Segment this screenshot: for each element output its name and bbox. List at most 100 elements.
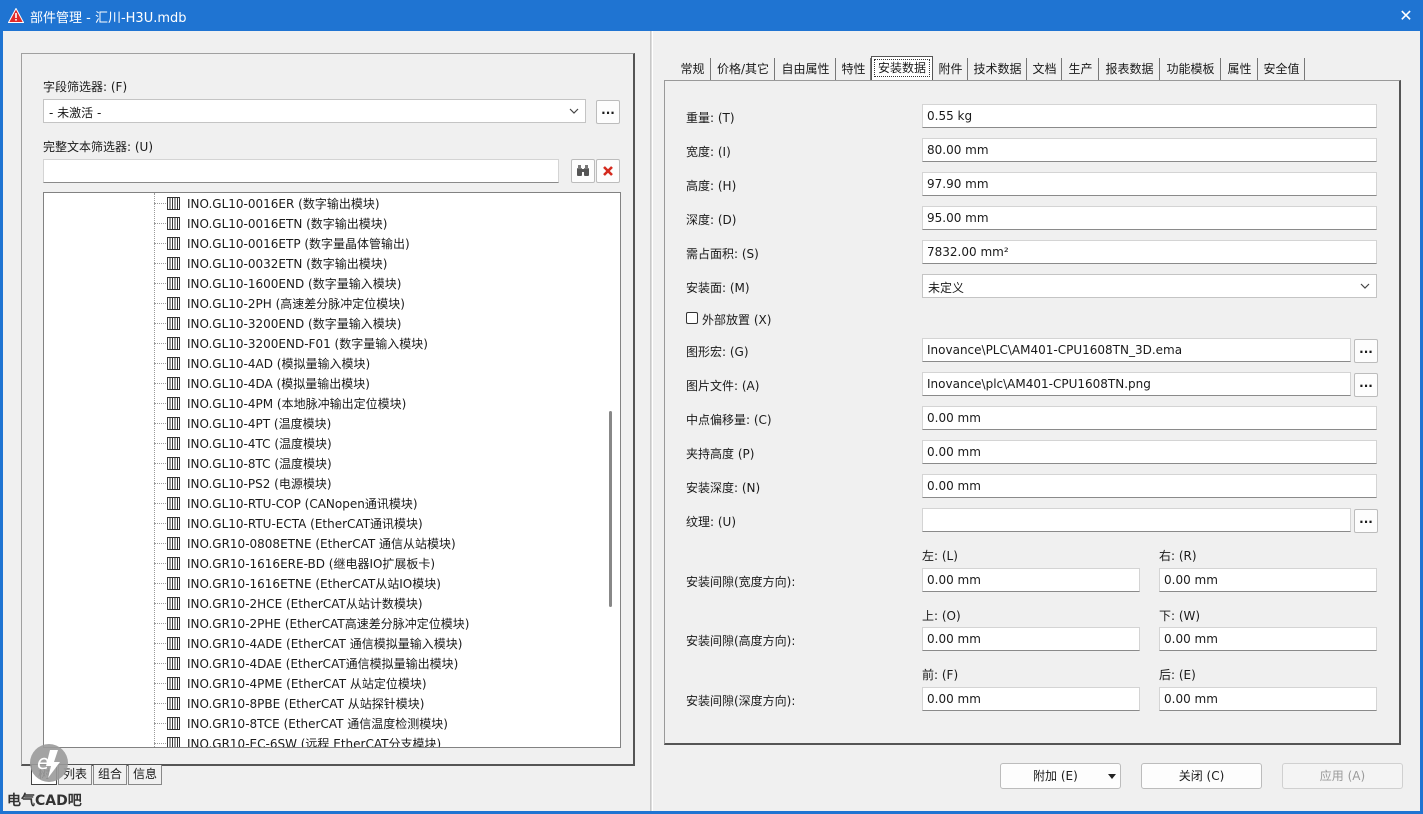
gap-left-label: 左: (L) [922, 549, 958, 563]
tree-connector [154, 743, 166, 744]
part-module-icon [167, 597, 180, 610]
tree-item-label: INO.GL10-8TC (温度模块) [187, 457, 332, 471]
tree-connector [154, 663, 166, 664]
binoculars-icon [577, 165, 589, 176]
part-module-icon [167, 337, 180, 350]
tree-connector [154, 523, 166, 524]
tab-documents[interactable]: 文档 [1028, 58, 1062, 80]
attach-button[interactable]: 附加 (E) [1000, 763, 1121, 789]
panel-splitter[interactable] [650, 31, 653, 811]
gap-height-label: 安装间隙(高度方向): [686, 634, 796, 648]
tab-combination[interactable]: 组合 [93, 765, 127, 785]
width-label: 宽度: (I) [686, 145, 731, 159]
tab-info[interactable]: 信息 [128, 765, 162, 785]
texture-field[interactable] [922, 508, 1351, 532]
tab-mounting-data[interactable]: 安装数据 [871, 56, 933, 80]
gap-top-label: 上: (O) [922, 609, 961, 623]
tree-item-label: INO.GR10-8PBE (EtherCAT 从站探针模块) [187, 697, 425, 711]
gap-back-label: 后: (E) [1159, 668, 1196, 682]
height-label: 高度: (H) [686, 179, 737, 193]
tree-item-label: INO.GR10-1616ERE-BD (继电器IO扩展板卡) [187, 557, 436, 571]
gap-left-field[interactable]: 0.00 mm [922, 568, 1140, 592]
tree-item-label: INO.GL10-4AD (模拟量输入模块) [187, 357, 371, 371]
part-module-icon [167, 317, 180, 330]
external-placement-checkbox[interactable] [686, 312, 698, 324]
close-window-button[interactable]: ✕ [1389, 0, 1423, 31]
tree-item-label: INO.GL10-4PT (温度模块) [187, 417, 332, 431]
area-field[interactable]: 7832.00 mm² [922, 240, 1377, 264]
tab-production[interactable]: 生产 [1063, 58, 1099, 80]
part-module-icon [167, 297, 180, 310]
graphic-macro-browse-button[interactable]: ... [1354, 339, 1378, 363]
height-field[interactable]: 97.90 mm [922, 172, 1377, 196]
mount-depth-field[interactable]: 0.00 mm [922, 474, 1377, 498]
image-file-field[interactable]: Inovance\plc\AM401-CPU1608TN.png [922, 372, 1351, 396]
tab-general[interactable]: 常规 [675, 58, 711, 80]
tab-function-template[interactable]: 功能模板 [1161, 58, 1221, 80]
gap-bottom-field[interactable]: 0.00 mm [1159, 627, 1377, 651]
tree-item-label: INO.GL10-4PM (本地脉冲输出定位模块) [187, 397, 407, 411]
part-module-icon [167, 537, 180, 550]
tree-item-label: INO.GR10-1616ETNE (EtherCAT从站IO模块) [187, 577, 441, 591]
part-module-icon [167, 497, 180, 510]
part-module-icon [167, 417, 180, 430]
gap-depth-label: 安装间隙(深度方向): [686, 694, 796, 708]
part-module-icon [167, 657, 180, 670]
gap-width-label: 安装间隙(宽度方向): [686, 575, 796, 589]
tab-safety-values[interactable]: 安全值 [1259, 58, 1305, 80]
tree-item-label: INO.GL10-PS2 (电源模块) [187, 477, 332, 491]
depth-field[interactable]: 95.00 mm [922, 206, 1377, 230]
tree-connector [154, 723, 166, 724]
area-label: 需占面积: (S) [686, 247, 759, 261]
tab-technical-data[interactable]: 技术数据 [969, 58, 1027, 80]
clamp-height-field[interactable]: 0.00 mm [922, 440, 1377, 464]
part-module-icon [167, 477, 180, 490]
texture-browse-button[interactable]: ... [1354, 509, 1378, 533]
field-filter-more-button[interactable]: ... [596, 100, 620, 124]
field-filter-label: 字段筛选器: (F) [43, 80, 128, 94]
gap-back-field[interactable]: 0.00 mm [1159, 687, 1377, 711]
binoculars-search-button[interactable] [571, 159, 595, 183]
mount-surface-select[interactable]: 未定义 [922, 274, 1377, 298]
tree-item-label: INO.GR10-8TCE (EtherCAT 通信温度检测模块) [187, 717, 448, 731]
tree-connector-line [154, 193, 155, 747]
clear-filter-button[interactable] [596, 159, 620, 183]
apply-button[interactable]: 应用 (A) [1282, 763, 1403, 789]
fulltext-filter-input[interactable] [43, 159, 559, 183]
part-module-icon [167, 737, 180, 747]
graphic-macro-field[interactable]: Inovance\PLC\AM401-CPU1608TN_3D.ema [922, 338, 1351, 362]
tree-item-label: INO.GL10-3200END-F01 (数字量输入模块) [187, 337, 428, 351]
depth-label: 深度: (D) [686, 213, 737, 227]
tab-properties[interactable]: 属性 [1222, 58, 1258, 80]
tab-accessories[interactable]: 附件 [934, 58, 968, 80]
part-module-icon [167, 397, 180, 410]
gap-right-field[interactable]: 0.00 mm [1159, 568, 1377, 592]
parts-tree[interactable]: INO.GL10-0016ER (数字输出模块) INO.GL10-0016ETN… [43, 192, 621, 748]
weight-label: 重量: (T) [686, 111, 735, 125]
center-offset-field[interactable]: 0.00 mm [922, 406, 1377, 430]
tree-connector [154, 543, 166, 544]
tab-free-attributes[interactable]: 自由属性 [776, 58, 836, 80]
gap-top-field[interactable]: 0.00 mm [922, 627, 1140, 651]
center-offset-label: 中点偏移量: (C) [686, 413, 772, 427]
red-x-icon [603, 166, 613, 176]
gap-front-field[interactable]: 0.00 mm [922, 687, 1140, 711]
tree-connector [154, 283, 166, 284]
warning-app-icon [8, 8, 24, 23]
image-file-browse-button[interactable]: ... [1354, 373, 1378, 397]
tree-connector [154, 483, 166, 484]
tab-characteristics[interactable]: 特性 [837, 58, 871, 80]
tree-scrollbar-thumb[interactable] [609, 411, 612, 607]
width-field[interactable]: 80.00 mm [922, 138, 1377, 162]
tree-item-label: INO.GL10-4DA (模拟量输出模块) [187, 377, 370, 391]
part-module-icon [167, 277, 180, 290]
weight-field[interactable]: 0.55 kg [922, 104, 1377, 128]
field-filter-select[interactable]: - 未激活 - [43, 99, 586, 123]
tree-item-label: INO.GR10-4ADE (EtherCAT 通信模拟量输入模块) [187, 637, 463, 651]
tab-report-data[interactable]: 报表数据 [1100, 58, 1160, 80]
tab-price-other[interactable]: 价格/其它 [712, 58, 775, 80]
tree-connector [154, 323, 166, 324]
close-button[interactable]: 关闭 (C) [1141, 763, 1262, 789]
part-module-icon [167, 637, 180, 650]
tree-connector [154, 623, 166, 624]
